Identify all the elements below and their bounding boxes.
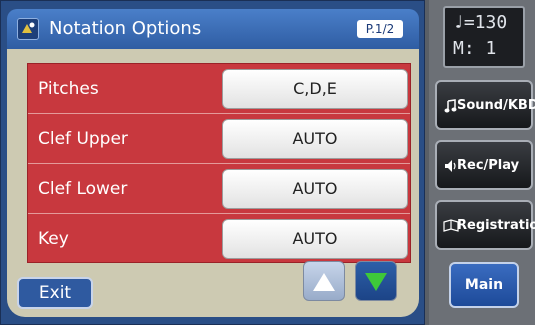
- tempo-value: ♩=130: [453, 12, 508, 33]
- rec-play-label: Rec/Play: [457, 158, 520, 173]
- options-content: Pitches C,D,E Clef Upper AUTO Clef Lower…: [7, 49, 419, 317]
- notation-icon: [17, 18, 39, 40]
- arrow-up-icon: [313, 273, 335, 291]
- page-down-button[interactable]: [355, 261, 397, 301]
- option-row-clef-upper: Clef Upper AUTO: [28, 114, 410, 164]
- page-title: Notation Options: [49, 18, 202, 39]
- option-row-pitches: Pitches C,D,E: [28, 64, 410, 114]
- tempo-display: ♩=130 M: 1: [443, 6, 525, 68]
- option-row-key: Key AUTO: [28, 214, 410, 264]
- measure-value: M: 1: [453, 38, 497, 59]
- clef-lower-value-button[interactable]: AUTO: [222, 169, 408, 209]
- exit-button[interactable]: Exit: [17, 277, 93, 309]
- option-label: Pitches: [38, 79, 99, 99]
- page-indicator: P.1/2: [357, 20, 403, 38]
- notation-options-panel: Notation Options P.1/2 Pitches C,D,E Cle…: [0, 0, 425, 325]
- side-panel: ♩=130 M: 1 Sound/KBD Rec/Play Registrati…: [429, 0, 535, 325]
- option-row-clef-lower: Clef Lower AUTO: [28, 164, 410, 214]
- option-label: Clef Lower: [38, 179, 128, 199]
- option-label: Key: [38, 229, 69, 249]
- clef-upper-value-button[interactable]: AUTO: [222, 119, 408, 159]
- rec-play-button[interactable]: Rec/Play: [435, 140, 533, 190]
- options-list: Pitches C,D,E Clef Upper AUTO Clef Lower…: [27, 63, 411, 263]
- sound-kbd-label: Sound/KBD: [457, 98, 535, 113]
- main-button[interactable]: Main: [449, 262, 519, 308]
- pitches-value-button[interactable]: C,D,E: [222, 69, 408, 109]
- sound-kbd-button[interactable]: Sound/KBD: [435, 80, 535, 130]
- registration-label: Registration: [457, 218, 535, 233]
- title-bar: Notation Options P.1/2: [7, 9, 419, 49]
- page-up-button[interactable]: [303, 261, 345, 301]
- key-value-button[interactable]: AUTO: [222, 219, 408, 259]
- option-label: Clef Upper: [38, 129, 128, 149]
- registration-button[interactable]: Registration: [435, 200, 535, 250]
- arrow-down-icon: [365, 273, 387, 291]
